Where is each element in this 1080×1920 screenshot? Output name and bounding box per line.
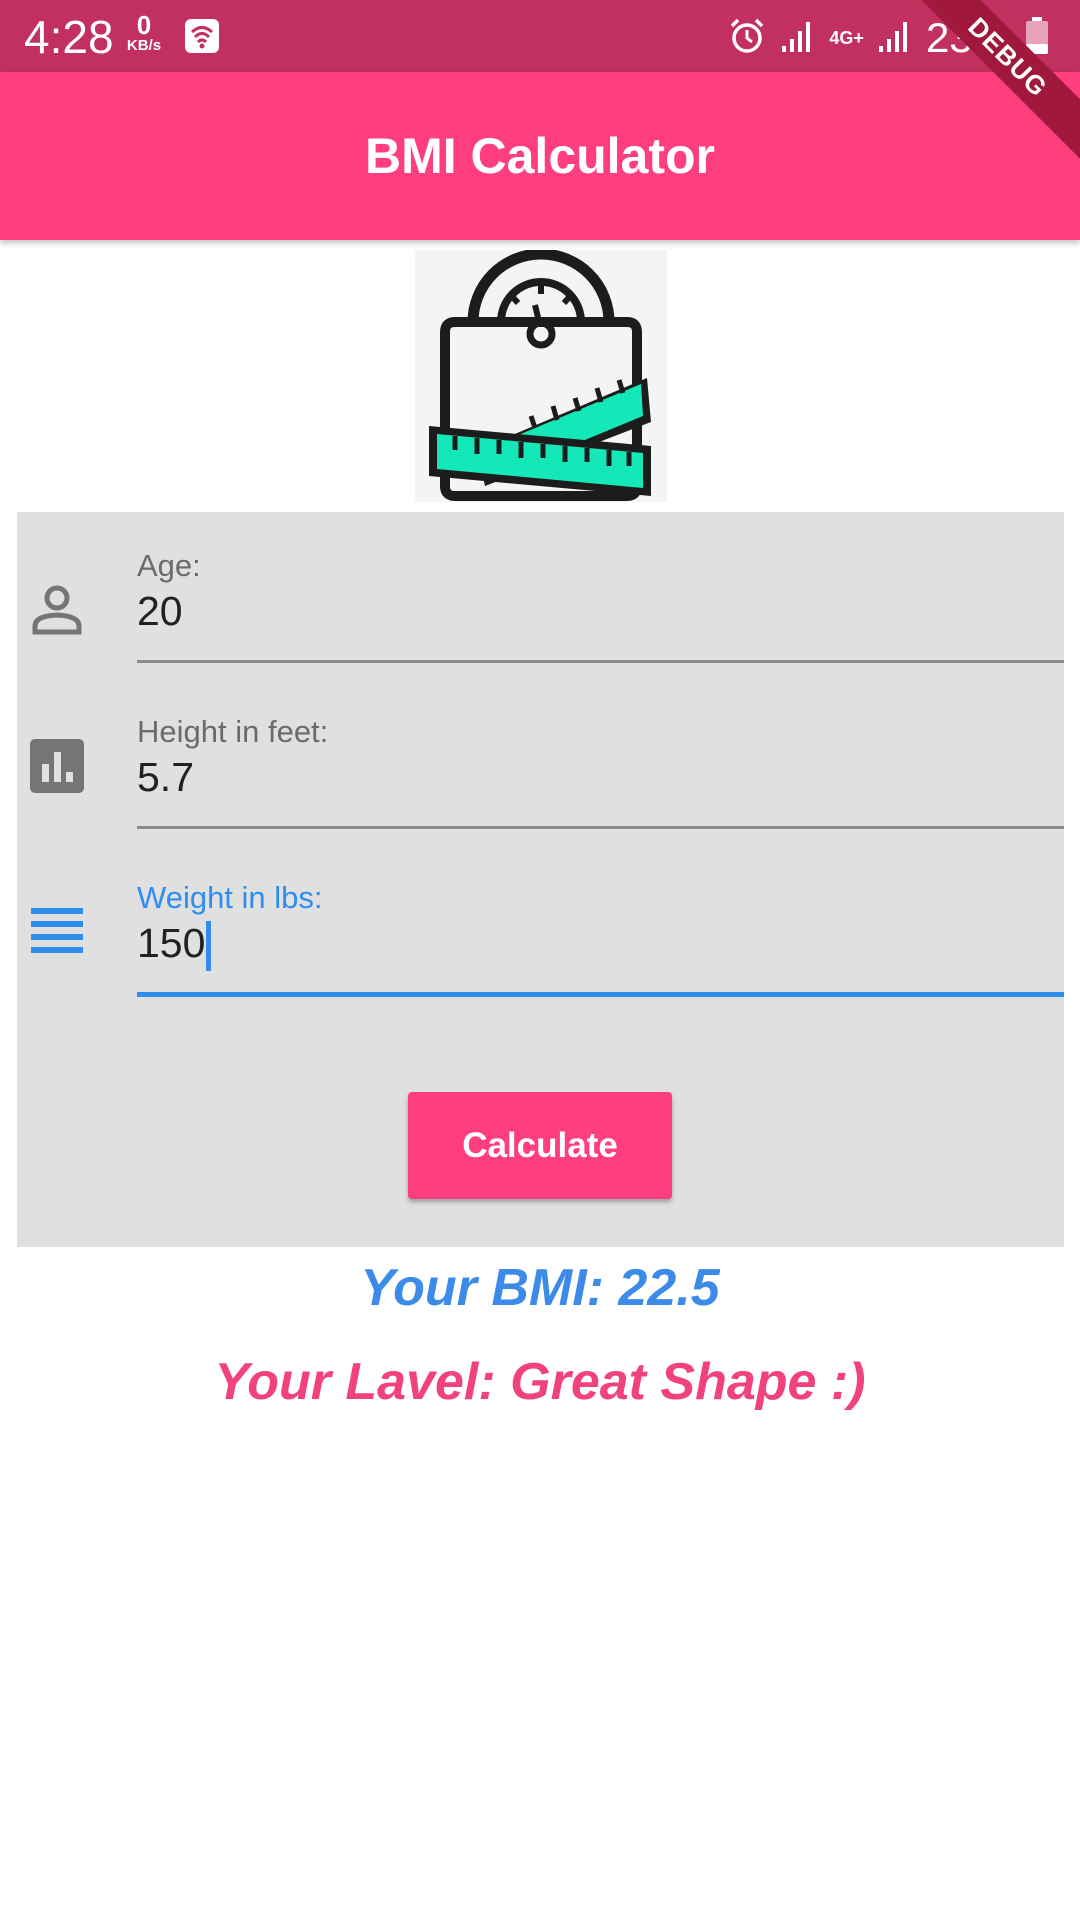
app-bar: BMI Calculator xyxy=(0,72,1080,240)
weight-field[interactable]: Weight in lbs: 150 xyxy=(17,880,1064,1020)
person-icon xyxy=(27,580,87,640)
scale-measuring-tape-icon xyxy=(415,248,667,502)
age-underline xyxy=(137,660,1064,663)
weight-label: Weight in lbs: xyxy=(137,880,323,915)
age-label: Age: xyxy=(137,548,201,583)
weight-value: 150 xyxy=(137,920,206,966)
height-input[interactable]: 5.7 xyxy=(137,754,194,801)
height-label: Height in feet: xyxy=(137,714,329,749)
bmi-result: Your BMI: 22.5 xyxy=(360,1259,720,1317)
net-speed-value: 0 xyxy=(136,10,152,40)
signal-icon-2 xyxy=(878,18,912,59)
net-speed-unit: KB/s xyxy=(126,37,162,54)
bmi-form: Age: 20 Height in feet: 5.7 Weight in lb xyxy=(17,512,1064,1247)
level-result: Your Lavel: Great Shape :) xyxy=(214,1353,866,1411)
alarm-icon xyxy=(727,16,767,61)
network-type: 4G+ xyxy=(829,27,864,48)
age-field[interactable]: Age: 20 xyxy=(17,548,1064,688)
text-caret xyxy=(206,921,212,972)
height-field[interactable]: Height in feet: 5.7 xyxy=(17,714,1064,854)
app-title: BMI Calculator xyxy=(364,128,716,184)
weight-input[interactable]: 150 xyxy=(137,920,212,972)
calculate-button[interactable]: Calculate xyxy=(408,1092,672,1199)
height-underline xyxy=(137,826,1064,829)
signal-icon xyxy=(781,18,815,59)
age-input[interactable]: 20 xyxy=(137,588,183,635)
status-bar: 4:28 0 KB/s 4G+ xyxy=(0,0,1080,72)
hotspot-icon xyxy=(184,18,220,59)
bar-chart-icon xyxy=(27,736,87,796)
lines-icon xyxy=(27,902,87,962)
net-speed: 0 KB/s xyxy=(121,12,167,53)
status-time: 4:28 xyxy=(24,11,114,63)
weight-underline xyxy=(137,992,1064,997)
